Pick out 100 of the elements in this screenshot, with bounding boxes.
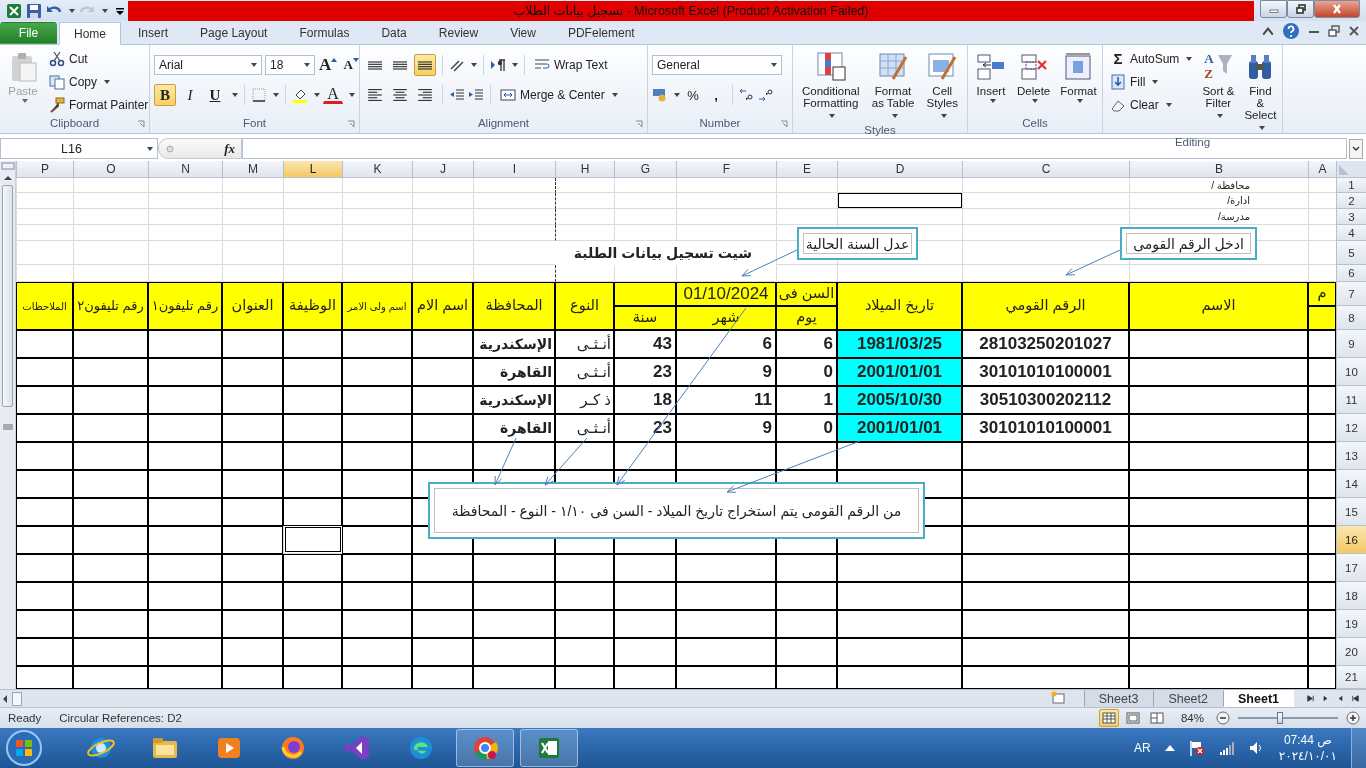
group-label: Clipboard: [49, 117, 100, 130]
insert-function-button[interactable]: fx: [224, 140, 235, 157]
group-label: Editing: [1174, 136, 1211, 149]
ribbon-tab[interactable]: Review: [423, 22, 494, 45]
row-header[interactable]: 15: [1336, 498, 1366, 527]
percent-button[interactable]: %: [683, 84, 703, 107]
sheet-tab[interactable]: Sheet3: [1083, 690, 1154, 707]
cell-styles-button[interactable]: Cell Styles: [921, 48, 963, 125]
row-header[interactable]: 1: [1336, 178, 1366, 194]
table-header: العنوان: [222, 282, 283, 331]
table-cell: 1981/03/25: [837, 330, 962, 359]
italic-button[interactable]: I: [179, 84, 201, 107]
sort-filter-button[interactable]: A Z Sort & Filter: [1199, 48, 1238, 125]
table-cell: 1: [776, 386, 837, 415]
group-label: Styles: [864, 124, 896, 137]
row-header[interactable]: 12: [1336, 414, 1366, 443]
column-header[interactable]: G: [614, 161, 676, 179]
column-header[interactable]: L: [283, 161, 342, 179]
row-header[interactable]: 8: [1336, 306, 1366, 331]
table-cell: 2001/01/01: [837, 358, 962, 387]
ribbon-tab[interactable]: PDFelement: [552, 22, 650, 45]
ribbon-tab[interactable]: View: [495, 22, 551, 45]
underline-button[interactable]: U: [204, 84, 226, 107]
format-painter-button[interactable]: Format Painter: [46, 94, 152, 116]
column-header[interactable]: A: [1308, 161, 1336, 179]
column-header[interactable]: J: [412, 161, 473, 179]
ribbon-tab[interactable]: Page Layout: [185, 22, 283, 45]
row-header[interactable]: 20: [1336, 638, 1366, 667]
table-cell: 30101010100001: [962, 414, 1129, 443]
row-header[interactable]: 19: [1336, 610, 1366, 639]
bold-button[interactable]: B: [154, 84, 176, 107]
font-name-field[interactable]: Arial: [154, 55, 262, 76]
row-header[interactable]: 9: [1336, 330, 1366, 359]
status-text: Circular References: D2: [59, 711, 182, 724]
sheet-tab[interactable]: Sheet2: [1153, 690, 1223, 707]
row-header[interactable]: 17: [1336, 554, 1366, 583]
format-cells-button[interactable]: Format: [1057, 48, 1100, 107]
conditional-formatting-button[interactable]: Conditional Formatting: [797, 48, 865, 125]
column-header[interactable]: D: [837, 161, 962, 179]
delete-cells-button[interactable]: Delete: [1014, 48, 1054, 107]
clear-button[interactable]: Clear: [1107, 94, 1196, 116]
row-header[interactable]: 11: [1336, 386, 1366, 415]
copy-button[interactable]: Copy: [46, 71, 152, 93]
name-box[interactable]: L16: [0, 138, 158, 160]
table-cell: الإسكندرية: [473, 386, 555, 415]
table-header: الوظيفة: [283, 282, 342, 331]
row-header[interactable]: 13: [1336, 442, 1366, 471]
column-header[interactable]: O: [73, 161, 148, 179]
file-tab[interactable]: File: [0, 22, 57, 45]
clock-time[interactable]: 07:44 ص: [1283, 732, 1332, 748]
wrap-text-button[interactable]: Wrap Text: [531, 54, 611, 76]
autosum-button[interactable]: Σ AutoSum: [1107, 48, 1196, 70]
table-cell: 6: [776, 330, 837, 359]
table-cell: 23: [614, 414, 676, 443]
column-header[interactable]: M: [222, 161, 283, 179]
row-header[interactable]: 3: [1336, 209, 1366, 226]
column-header[interactable]: N: [148, 161, 222, 179]
ribbon-tab[interactable]: Home: [59, 22, 121, 46]
table-cell: 9: [676, 358, 776, 387]
insert-cells-button[interactable]: Insert: [972, 48, 1010, 107]
row-header[interactable]: 21: [1336, 666, 1366, 690]
shrink-font-button[interactable]: A: [341, 54, 362, 77]
row-header[interactable]: 2: [1336, 193, 1366, 210]
column-header[interactable]: C: [962, 161, 1129, 179]
table-cell: القاهرة: [473, 358, 555, 387]
row-header[interactable]: 7: [1336, 282, 1366, 307]
column-header[interactable]: B: [1129, 161, 1308, 179]
ribbon-tab[interactable]: Formulas: [284, 22, 365, 45]
sheet-tab[interactable]: Sheet1: [1223, 690, 1294, 707]
font-size-field[interactable]: 18: [265, 55, 315, 76]
language-indicator[interactable]: AR: [1134, 741, 1151, 755]
row-header[interactable]: 14: [1336, 470, 1366, 499]
ribbon-tab[interactable]: Data: [366, 22, 422, 45]
column-header[interactable]: H: [555, 161, 614, 179]
column-header[interactable]: I: [473, 161, 555, 179]
cut-button[interactable]: Cut: [46, 48, 152, 70]
row-header[interactable]: 4: [1336, 225, 1366, 242]
row-header[interactable]: 6: [1336, 265, 1366, 283]
window-title: تسجيل بيانات الطلاب - Microsoft Excel (Product Activation Failed): [513, 3, 869, 19]
ribbon-tab[interactable]: Insert: [123, 22, 184, 45]
callout-text: ادخل الرقم القومى: [1133, 235, 1244, 252]
table-header: اسم ولى الامر: [342, 282, 412, 331]
row-header[interactable]: 5: [1336, 241, 1366, 266]
column-header[interactable]: P: [16, 161, 73, 179]
comma-button[interactable]: ,: [706, 84, 726, 107]
clock-date[interactable]: ٢٠٢٤/١٠/٠١: [1278, 748, 1337, 764]
column-header[interactable]: E: [776, 161, 837, 179]
font-color-button[interactable]: A: [323, 86, 343, 105]
row-header[interactable]: 16: [1336, 526, 1366, 555]
column-header[interactable]: K: [342, 161, 412, 179]
table-cell: الإسكندرية: [473, 330, 555, 359]
row-header[interactable]: 10: [1336, 358, 1366, 387]
callout-text: من الرقم القومى يتم استخراج تاريخ الميلاد - السن فى ١/١٠ - النوع - المحافظة: [451, 502, 902, 519]
merge-center-button[interactable]: Merge & Center: [497, 84, 621, 106]
column-header[interactable]: F: [676, 161, 776, 179]
fill-button[interactable]: Fill: [1107, 71, 1196, 93]
row-header[interactable]: 18: [1336, 582, 1366, 611]
number-format-field[interactable]: General: [652, 55, 782, 76]
grow-font-button[interactable]: A: [318, 54, 339, 77]
format-as-table-button[interactable]: Format as Table: [868, 48, 918, 125]
